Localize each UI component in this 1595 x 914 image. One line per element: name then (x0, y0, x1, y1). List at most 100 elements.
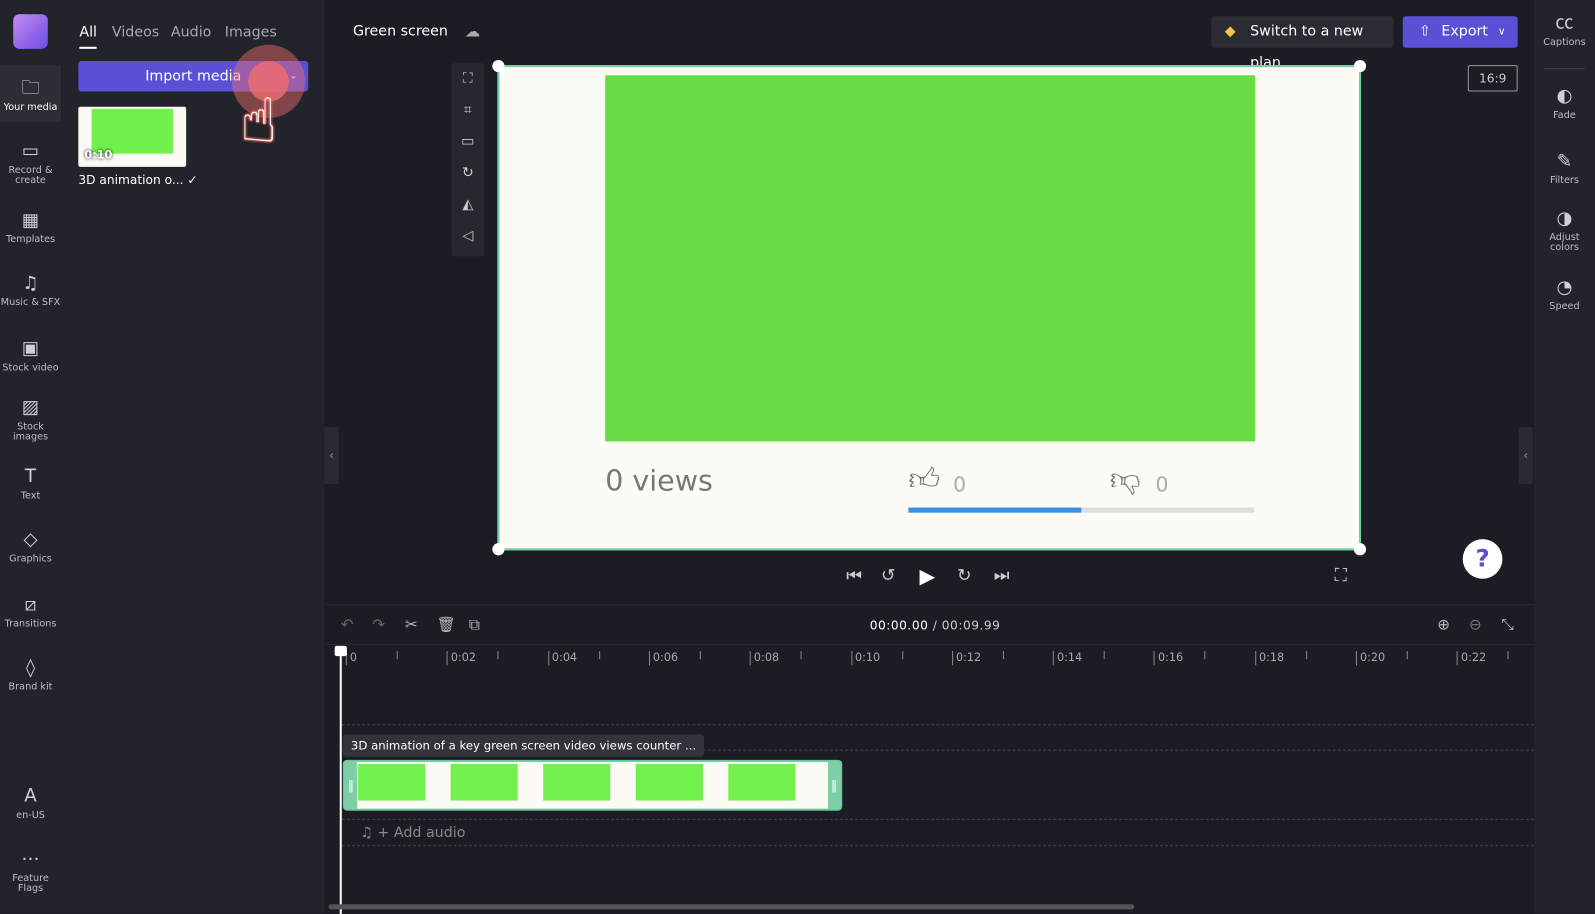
panel-adjust-colors[interactable]: ◑ Adjust colors (1534, 208, 1595, 254)
skip-forward-icon[interactable]: ⏭ (994, 566, 1010, 586)
nav-item-stock-video[interactable]: ▣ Stock video (0, 336, 61, 383)
flip-vertical-icon[interactable]: ◁ (452, 221, 485, 253)
resize-handle[interactable] (492, 543, 505, 556)
green-screen-area (605, 75, 1256, 442)
ruler-tick: 0:04 (547, 651, 577, 666)
ruler-tick: 0 (345, 651, 357, 666)
help-button[interactable]: ? (1462, 539, 1503, 579)
timeline: ↶ ↷ ✂ 🗑︎ ⧉ 00:00.00 / 00:09.99 ⊕ ⊖ ⤡ 0 0:… (325, 604, 1534, 914)
media-thumbnail[interactable]: 0:10 (78, 106, 187, 167)
nav-item-stock-images[interactable]: ▨ Stock images (0, 395, 61, 442)
trim-handle-right[interactable]: ‖ (828, 761, 841, 809)
zoom-out-icon[interactable]: ⊖ (1469, 615, 1482, 633)
forward-5-icon[interactable]: ↻ (957, 566, 971, 586)
tab-audio[interactable]: Audio (171, 24, 211, 40)
ruler-tick: 0:20 (1355, 651, 1385, 666)
aspect-ratio-button[interactable]: 16:9 (1467, 65, 1518, 92)
panel-fade[interactable]: ◐ Fade (1534, 85, 1595, 121)
add-to-timeline-icon[interactable]: ⧉ (469, 615, 480, 633)
resize-handle[interactable] (1353, 60, 1367, 73)
diamond-icon: ◆ (1224, 23, 1236, 40)
play-icon[interactable]: ▶ (920, 564, 936, 588)
panel-captions[interactable]: ㏄ Captions (1534, 12, 1595, 48)
nav-item-en-us[interactable]: Aen-US (0, 783, 61, 830)
nav-item-templates[interactable]: ▦ Templates (0, 208, 61, 255)
redo-icon[interactable]: ↷ (372, 615, 385, 633)
views-count: 0 views (605, 463, 713, 498)
nav-item-music-sfx[interactable]: ♫ Music & SFX (0, 271, 61, 318)
dislikes-count: 0 (1155, 471, 1169, 497)
thumbs-up-icon: 👍︎ (908, 461, 941, 498)
resize-handle[interactable] (492, 60, 505, 73)
ruler-tick: 0:16 (1153, 651, 1183, 666)
brand-icon: ◊ (25, 657, 36, 679)
fit-timeline-icon[interactable]: ⤡ (1501, 615, 1513, 633)
nav-item-text[interactable]: T Text (0, 464, 61, 511)
video-clip[interactable]: ‖ ‖ (342, 759, 843, 811)
like-ratio-bar (908, 507, 1255, 513)
check-icon: ✓ (187, 172, 198, 188)
hand-pointer-icon: ☝ (240, 85, 278, 157)
tab-videos[interactable]: Videos (112, 24, 159, 40)
text-icon: T (24, 465, 37, 488)
time-display: 00:00.00 / 00:09.99 (869, 618, 1001, 633)
rewind-5-icon[interactable]: ↺ (881, 566, 895, 586)
ruler-tick: 0:10 (850, 651, 880, 666)
crop-icon[interactable]: ⌗ (452, 95, 485, 127)
time-ruler[interactable]: 0 0:02 0:04 0:06 0:08 0:10 0:12 0:14 0:16 0:18 0:2… (325, 643, 1534, 670)
more-icon: ⋯ (21, 848, 40, 870)
pip-icon[interactable]: ▭ (452, 126, 485, 158)
tab-all[interactable]: All (79, 24, 98, 49)
nav-item-your-media[interactable]: 🗀 Your media (0, 65, 62, 123)
nav-item-graphics[interactable]: ◇ Graphics (0, 527, 61, 574)
resize-handle[interactable] (1353, 543, 1367, 556)
ruler-tick: 0:08 (749, 651, 779, 666)
panel-filters[interactable]: ✎ Filters (1534, 151, 1595, 187)
nav-item-transitions[interactable]: ⧄ Transitions (0, 592, 61, 639)
skip-back-icon[interactable]: ⏮ (846, 566, 862, 586)
playhead[interactable] (334, 645, 347, 914)
collapse-right-panel-button[interactable]: ‹ (1518, 427, 1533, 485)
fit-icon[interactable]: ⛶ (452, 63, 485, 95)
import-media-label: Import media (145, 68, 242, 85)
video-preview[interactable]: 0 views 👍︎ 0 👎︎ 0 (492, 60, 1367, 556)
zoom-in-icon[interactable]: ⊕ (1437, 615, 1450, 633)
clip-frame (635, 763, 703, 801)
music-note-icon: ♫ (360, 824, 373, 842)
nav-item-record-create[interactable]: ▭ Record & create (0, 138, 61, 185)
project-title[interactable]: Green screen (353, 23, 448, 39)
add-audio-button[interactable]: ♫ + Add audio (360, 825, 465, 841)
right-properties-panel: ㏄ Captions ◐ Fade ✎ Filters ◑ Adjust colors ◔ Spe… (1533, 0, 1595, 914)
flip-horizontal-icon[interactable]: ◭ (452, 189, 485, 221)
speed-icon: ◔ (1556, 276, 1573, 299)
switch-plan-button[interactable]: ◆ Switch to a new plan (1211, 16, 1394, 71)
image-icon: ▨ (21, 396, 40, 419)
fullscreen-icon[interactable]: ⛶ (1335, 566, 1347, 586)
horizontal-scrollbar[interactable] (328, 904, 1135, 910)
chevron-down-icon: ∨ (1498, 26, 1506, 38)
nav-item-feature-flags[interactable]: ⋯ Feature Flags (0, 846, 61, 893)
collapse-left-panel-button[interactable]: ‹ (324, 427, 339, 485)
nav-item-brand-kit[interactable]: ◊ Brand kit (0, 655, 61, 702)
likes-count: 0 (953, 471, 967, 497)
undo-icon[interactable]: ↶ (341, 615, 354, 633)
shapes-icon: ◇ (23, 528, 38, 551)
left-nav: 🗀 Your media ▭ Record & create ▦ Templates ♫ Mu… (0, 0, 62, 914)
ruler-tick: 0:14 (1052, 651, 1082, 666)
media-duration: 0:10 (84, 148, 113, 162)
transitions-icon: ⧄ (24, 594, 37, 616)
panel-speed[interactable]: ◔ Speed (1534, 277, 1595, 313)
ruler-tick: 0:02 (446, 651, 476, 666)
ruler-tick: 0:12 (951, 651, 981, 666)
rotate-icon[interactable]: ↻ (452, 158, 485, 190)
export-button[interactable]: ⇧ Export ∨ (1402, 16, 1518, 48)
filters-icon: ✎ (1556, 150, 1573, 172)
split-scissors-icon[interactable]: ✂ (405, 615, 418, 633)
captions-icon: ㏄ (1555, 12, 1574, 34)
trim-handle-left[interactable]: ‖ (344, 761, 358, 809)
film-icon: ▣ (21, 337, 40, 360)
tab-images[interactable]: Images (225, 24, 277, 40)
delete-icon[interactable]: 🗑︎ (436, 615, 455, 633)
folder-icon: 🗀 (21, 77, 40, 99)
thumbs-down-icon: 👎︎ (1109, 461, 1141, 498)
